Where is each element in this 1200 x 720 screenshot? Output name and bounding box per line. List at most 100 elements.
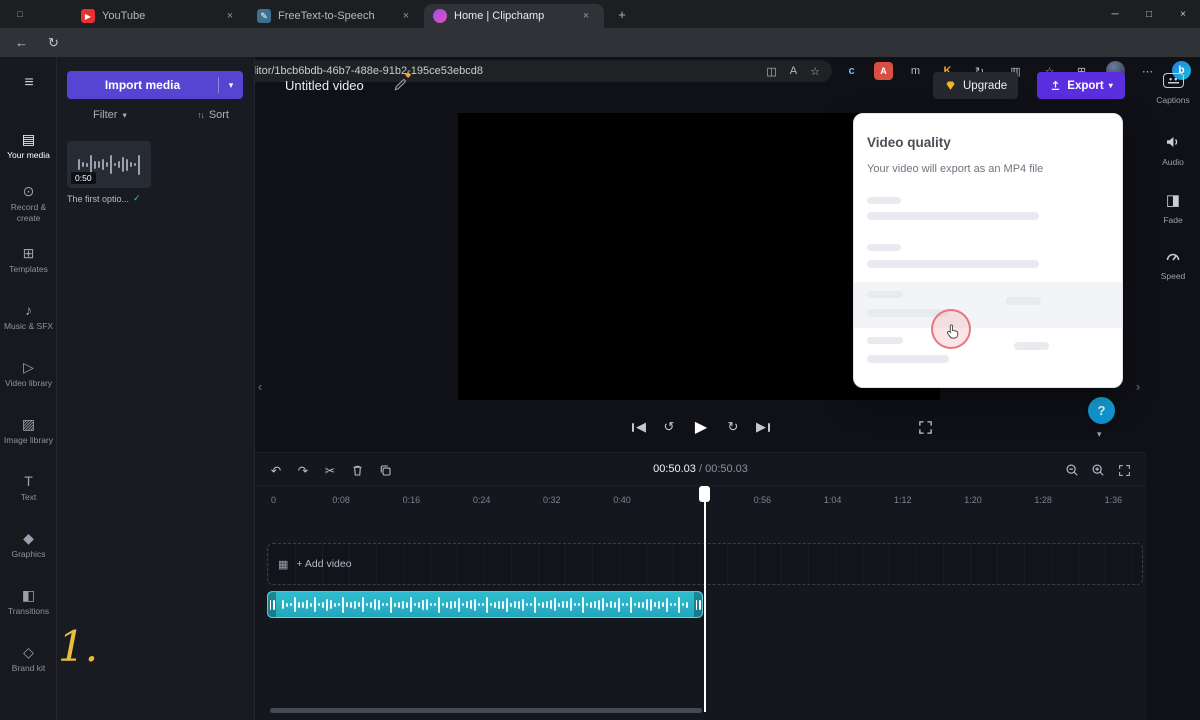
filter-button[interactable]: Filter▾ [93, 109, 126, 121]
zoom-fit-button[interactable] [1113, 459, 1135, 481]
waveform-bar [430, 603, 432, 606]
sidebar-item-templates[interactable]: ⊞Templates [0, 232, 57, 289]
back-button[interactable]: ← [10, 31, 33, 54]
media-panel: Import media ▾ Filter▾ ↑↓Sort 0:50 The f… [57, 57, 255, 720]
hand-cursor-icon [945, 323, 962, 340]
project-title[interactable]: Untitled video [285, 78, 364, 93]
minimize-button[interactable]: ─ [1098, 0, 1132, 28]
maximize-button[interactable]: □ [1132, 0, 1166, 28]
waveform-bar [542, 602, 544, 608]
extension-icon-3[interactable]: m [906, 62, 925, 80]
tool-audio[interactable]: Audio [1146, 132, 1200, 167]
tab-actions-icon[interactable]: □ [10, 5, 30, 23]
forward-button[interactable]: ↻ [720, 413, 746, 441]
waveform-bar [538, 603, 540, 606]
sidebar-item-image-library[interactable]: ▨Image library [0, 403, 57, 460]
sidebar-item-text[interactable]: TText [0, 460, 57, 517]
waveform-bar [486, 597, 488, 613]
collapse-right-panel-icon[interactable]: › [1131, 376, 1145, 396]
waveform-bar [634, 603, 636, 606]
waveform-bar [474, 599, 476, 611]
redo-button[interactable]: ↷ [292, 459, 314, 481]
new-tab-button[interactable]: + [612, 5, 632, 23]
close-tab-icon[interactable]: × [398, 8, 414, 24]
help-button[interactable]: ? [1088, 397, 1115, 424]
delete-button[interactable] [346, 459, 368, 481]
close-tab-icon[interactable]: × [222, 8, 238, 24]
collapse-left-panel-icon[interactable]: ‹ [253, 376, 267, 396]
waveform-bar [578, 603, 580, 606]
export-button[interactable]: Export ▾ [1037, 72, 1125, 99]
trim-handle-left[interactable] [268, 592, 276, 617]
undo-button[interactable]: ↶ [265, 459, 287, 481]
upgrade-label: Upgrade [963, 80, 1007, 92]
media-thumbnail[interactable]: 0:50 [67, 141, 151, 188]
rewind-button[interactable]: ↺ [656, 413, 682, 441]
fullscreen-button[interactable] [912, 413, 938, 441]
trim-handle-right[interactable] [694, 592, 702, 617]
rename-pencil-icon[interactable] [393, 77, 408, 92]
media-library-item[interactable]: 0:50 The first optio... ✓ [67, 141, 151, 204]
reload-button[interactable]: ↻ [42, 31, 65, 54]
waveform-bar [334, 603, 336, 607]
extension-icon-1[interactable]: c [842, 62, 861, 80]
read-aloud-icon[interactable]: A [790, 65, 797, 77]
split-screen-icon[interactable]: ◫ [766, 65, 776, 78]
tab-youtube[interactable]: ▶ YouTube × [72, 4, 244, 28]
import-caret-icon[interactable]: ▾ [219, 80, 243, 91]
waveform-bar [86, 163, 88, 167]
waveform-bar [686, 602, 688, 608]
sidebar-item-music-sfx[interactable]: ♪Music & SFX [0, 289, 57, 346]
tab-freetext-to-speech[interactable]: ✎ FreeText-to-Speech × [248, 4, 420, 28]
waveform-bar [582, 597, 584, 613]
ruler-label: 1:20 [964, 495, 982, 505]
waveform-bar [614, 602, 616, 608]
zoom-in-button[interactable] [1087, 459, 1109, 481]
sidebar-item-brand-kit[interactable]: ◇Brand kit [0, 631, 57, 688]
zoom-out-button[interactable] [1061, 459, 1083, 481]
close-window-button[interactable]: × [1166, 0, 1200, 28]
tool-speed[interactable]: Speed [1146, 246, 1200, 281]
import-media-button[interactable]: Import media ▾ [67, 71, 243, 99]
sidebar-item-video-library[interactable]: ▷Video library [0, 346, 57, 403]
fts-favicon: ✎ [257, 9, 271, 23]
tool-fade[interactable]: ◨ Fade [1146, 190, 1200, 225]
favorite-star-icon[interactable]: ☆ [810, 65, 820, 78]
upgrade-button[interactable]: Upgrade [933, 72, 1018, 99]
waveform-bar [514, 601, 516, 608]
split-scissors-button[interactable]: ✂ [319, 459, 341, 481]
close-tab-icon[interactable]: × [578, 8, 594, 24]
premium-diamond-icon: ◆ [405, 70, 411, 79]
menu-icon[interactable]: ≡ [16, 70, 42, 96]
skeleton-bar [867, 260, 1039, 268]
sidebar-item-graphics[interactable]: ◆Graphics [0, 517, 57, 574]
extension-icon-2[interactable]: A [874, 62, 893, 80]
quality-option-row[interactable] [854, 282, 1122, 328]
timeline-scrollbar[interactable] [270, 708, 702, 713]
tab-clipchamp-active[interactable]: Home | Clipchamp × [424, 4, 604, 28]
sort-button[interactable]: ↑↓Sort [197, 109, 229, 121]
waveform-bar [638, 602, 640, 608]
play-button[interactable]: ▶ [688, 413, 714, 441]
playhead-line[interactable] [704, 487, 706, 712]
music-sfx-icon: ♪ [25, 303, 32, 317]
duplicate-button[interactable] [374, 459, 396, 481]
waveform-bar [366, 603, 368, 606]
sidebar-item-your-media[interactable]: ▤Your media [0, 118, 57, 175]
waveform-bar [674, 603, 676, 606]
sidebar-item-label: Image library [4, 435, 53, 446]
waveform-bar [318, 603, 320, 606]
graphics-icon: ◆ [23, 531, 34, 545]
skip-to-end-button[interactable]: ▶ [750, 413, 776, 441]
waveform-bar [338, 603, 340, 606]
help-chevron-icon[interactable]: ▾ [1097, 429, 1102, 440]
playhead-handle[interactable] [699, 486, 710, 502]
waveform-bar [398, 602, 400, 608]
waveform-bar [462, 603, 464, 606]
sidebar-item-transitions[interactable]: ◧Transitions [0, 574, 57, 631]
tool-captions[interactable]: Captions [1146, 70, 1200, 105]
audio-clip[interactable] [267, 591, 703, 618]
waveform-bar [342, 597, 344, 613]
sidebar-item-record-create[interactable]: ⊙Record & create [0, 175, 57, 232]
skip-to-start-button[interactable]: ◀ [626, 413, 652, 441]
